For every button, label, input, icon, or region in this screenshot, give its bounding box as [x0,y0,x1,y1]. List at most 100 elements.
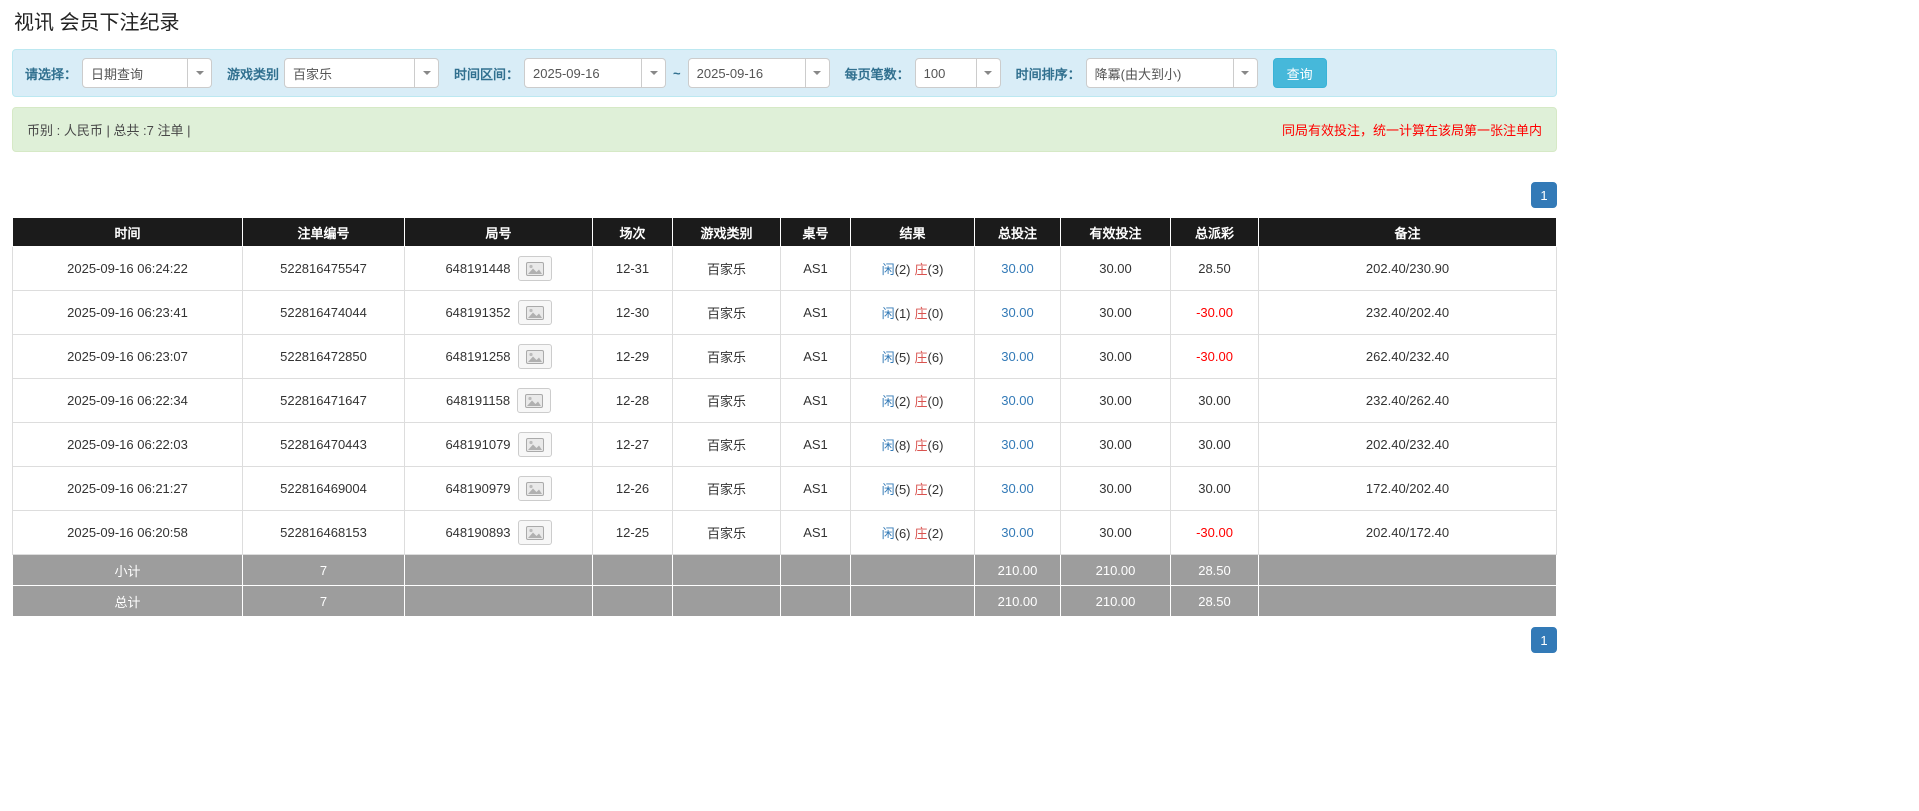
time-cell: 2025-09-16 06:22:03 [12,422,243,467]
table-row: 2025-09-16 06:23:41 522816474044 6481913… [12,290,1557,335]
round-cell: 648190893 [404,510,593,555]
subtotal-payout: 28.50 [1170,554,1259,586]
game-type-input[interactable] [284,58,416,88]
total-bet-link[interactable]: 30.00 [1001,261,1034,276]
time-cell: 2025-09-16 06:23:07 [12,334,243,379]
subtotal-row: 小计 7 210.00 210.00 28.50 [12,554,1557,586]
page-size-input[interactable] [914,58,977,88]
total-bet-link[interactable]: 30.00 [1001,305,1034,320]
time-sort-dropdown-button[interactable] [1233,58,1258,88]
subtotal-label: 小计 [12,554,243,586]
player-score: (1) [894,306,911,321]
caret-down-icon [813,71,822,75]
total-bet-link[interactable]: 30.00 [1001,349,1034,364]
total-bet-link[interactable]: 30.00 [1001,437,1034,452]
page-title: 视讯 会员下注纪录 [14,12,180,34]
grand-total-count: 7 [242,585,405,617]
column-header-8: 有效投注 [1060,217,1171,247]
valid-bet-cell: 30.00 [1060,422,1171,467]
query-type-dropdown-button[interactable] [188,58,213,88]
banker-score: (6) [927,350,944,365]
table-no-cell: AS1 [780,378,851,423]
select-label: 请选择： [25,66,78,82]
column-header-3: 场次 [592,217,673,247]
result-cell: 闲(5) 庄(6) [850,334,975,379]
column-header-0: 时间 [12,217,243,247]
currency-total-text: 币别 : 人民币 | 总共 :7 注单 | [27,123,191,138]
time-range-label: 时间区间： [454,66,520,82]
subtotal-count: 7 [242,554,405,586]
bet-id-cell: 522816468153 [242,510,405,555]
search-button[interactable]: 查询 [1272,58,1327,88]
grand-total-label: 总计 [12,585,243,617]
game-type-dropdown-button[interactable] [415,58,440,88]
result-cell: 闲(1) 庄(0) [850,290,975,335]
picture-icon [525,349,544,364]
round-id: 648191079 [445,437,511,452]
round-preview-button[interactable] [517,520,552,545]
game-type-cell: 百家乐 [672,334,781,379]
total-bet-link[interactable]: 30.00 [1001,525,1034,540]
player-result-label: 闲 [881,306,895,321]
table-no-cell: AS1 [780,466,851,511]
total-bet-cell: 30.00 [974,378,1061,423]
round-id: 648190893 [445,525,511,540]
column-header-4: 游戏类别 [672,217,781,247]
round-preview-button[interactable] [517,388,552,413]
player-result-label: 闲 [881,482,895,497]
remark-cell: 202.40/172.40 [1258,510,1557,555]
total-bet-cell: 30.00 [974,466,1061,511]
session-cell: 12-31 [592,246,673,291]
bet-id-cell: 522816471647 [242,378,405,423]
picture-icon [525,261,544,276]
page-1-button[interactable]: 1 [1531,182,1557,208]
round-preview-button[interactable] [517,476,552,501]
session-cell: 12-26 [592,466,673,511]
round-cell: 648191158 [404,378,593,423]
banker-score: (2) [927,526,944,541]
player-score: (8) [894,438,911,453]
round-id: 648190979 [445,481,511,496]
banker-result-label: 庄 [914,262,928,277]
page-size-dropdown-button[interactable] [976,58,1001,88]
remark-cell: 172.40/202.40 [1258,466,1557,511]
total-bet-link[interactable]: 30.00 [1001,481,1034,496]
round-cell: 648191079 [404,422,593,467]
round-preview-button[interactable] [517,256,552,281]
total-bet-cell: 30.00 [974,290,1061,335]
time-sort-input[interactable] [1085,58,1234,88]
column-header-10: 备注 [1258,217,1557,247]
total-bet-link[interactable]: 30.00 [1001,393,1034,408]
payout-cell: 28.50 [1170,246,1259,291]
session-cell: 12-27 [592,422,673,467]
table-row: 2025-09-16 06:21:27 522816469004 6481909… [12,466,1557,511]
empty-cell [1258,554,1557,586]
player-score: (2) [894,394,911,409]
round-preview-button[interactable] [517,300,552,325]
date-to-dropdown-button[interactable] [805,58,830,88]
round-id: 648191352 [445,305,511,320]
result-cell: 闲(5) 庄(2) [850,466,975,511]
date-from-input[interactable] [524,58,643,88]
time-cell: 2025-09-16 06:23:41 [12,290,243,335]
query-type-input[interactable] [82,58,189,88]
bet-id-cell: 522816474044 [242,290,405,335]
subtotal-total-bet: 210.00 [974,554,1061,586]
page-1-button[interactable]: 1 [1531,627,1557,653]
round-preview-button[interactable] [517,432,552,457]
game-type-cell: 百家乐 [672,510,781,555]
caret-down-icon [649,71,658,75]
date-to-input[interactable] [687,58,806,88]
time-sort-label: 时间排序： [1015,66,1081,82]
round-id: 648191448 [445,261,511,276]
payout-cell: 30.00 [1170,378,1259,423]
valid-bet-cell: 30.00 [1060,466,1171,511]
grand-total-valid-bet: 210.00 [1060,585,1171,617]
round-cell: 648190979 [404,466,593,511]
table-no-cell: AS1 [780,510,851,555]
round-preview-button[interactable] [517,344,552,369]
banker-score: (3) [927,262,944,277]
column-header-1: 注单编号 [242,217,405,247]
round-id: 648191258 [445,349,511,364]
date-from-dropdown-button[interactable] [642,58,667,88]
